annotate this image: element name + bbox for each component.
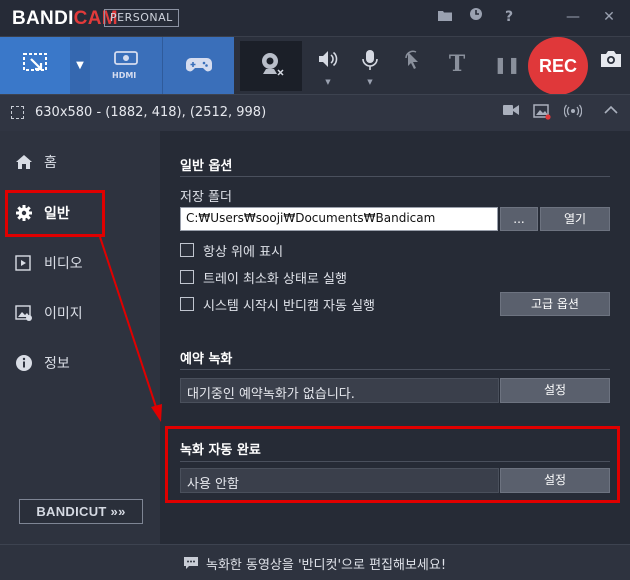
annotation-arrow	[99, 236, 162, 422]
